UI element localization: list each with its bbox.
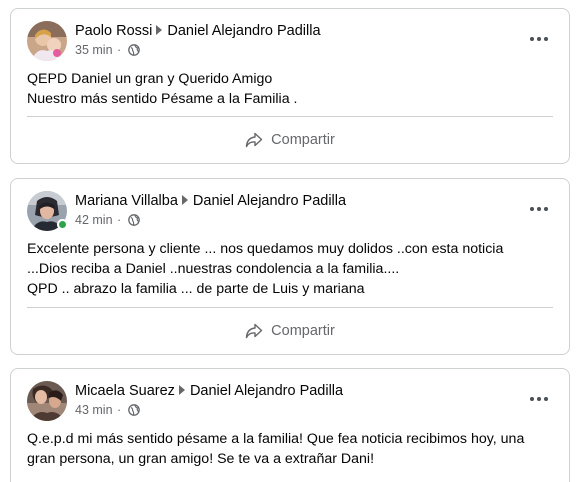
- post-card: Micaela Suarez Daniel Alejandro Padilla 4…: [10, 368, 570, 482]
- separator-dot: ·: [117, 403, 122, 417]
- separator-dot: ·: [117, 43, 122, 57]
- post-text: Excelente persona y cliente ... nos qued…: [11, 239, 569, 299]
- target-name[interactable]: Daniel Alejandro Padilla: [167, 23, 320, 39]
- right-triangle-icon: [178, 385, 185, 395]
- avatar[interactable]: [27, 21, 67, 61]
- post-text-line: QPD .. abrazo la familia ... de parte de…: [27, 281, 365, 297]
- target-name[interactable]: Daniel Alejandro Padilla: [190, 383, 343, 399]
- post-author-line: Mariana Villalba Daniel Alejandro Padilla: [75, 191, 346, 211]
- more-options-icon[interactable]: [525, 29, 553, 49]
- avatar[interactable]: [27, 381, 67, 421]
- post-text-line: Nuestro más sentido Pésame a la Familia …: [27, 91, 298, 107]
- timestamp[interactable]: 35 min: [75, 43, 113, 57]
- post-card: Paolo Rossi Daniel Alejandro Padilla 35 m…: [10, 8, 570, 164]
- post-meta: 35 min ·: [75, 42, 140, 60]
- post-header: Paolo Rossi Daniel Alejandro Padilla 35 m…: [11, 9, 569, 69]
- share-label: Compartir: [271, 132, 335, 148]
- share-label: Compartir: [271, 323, 335, 339]
- post-text-line: QEPD Daniel un gran y Querido Amigo: [27, 71, 273, 87]
- right-triangle-icon: [181, 195, 188, 205]
- post-text-line: gran persona, un gran amigo! Se te va a …: [27, 451, 375, 467]
- post-header: Mariana Villalba Daniel Alejandro Padilla…: [11, 179, 569, 239]
- timestamp[interactable]: 43 min: [75, 403, 113, 417]
- post-meta: 43 min ·: [75, 402, 140, 420]
- post-text-line: Q.e.p.d mi más sentido pésame a la famil…: [27, 431, 525, 447]
- post-text: QEPD Daniel un gran y Querido Amigo Nues…: [11, 69, 569, 109]
- post-author-line: Micaela Suarez Daniel Alejandro Padilla: [75, 381, 343, 401]
- post-header: Micaela Suarez Daniel Alejandro Padilla 4…: [11, 369, 569, 429]
- author-name[interactable]: Mariana Villalba: [75, 193, 178, 209]
- post-text-line: Excelente persona y cliente ... nos qued…: [27, 241, 504, 257]
- separator-dot: ·: [117, 213, 122, 227]
- globe-icon[interactable]: [127, 404, 140, 420]
- globe-icon[interactable]: [127, 214, 140, 230]
- more-options-icon[interactable]: [525, 199, 553, 219]
- post-actions: Compartir: [27, 307, 553, 354]
- feed: Paolo Rossi Daniel Alejandro Padilla 35 m…: [0, 0, 576, 482]
- more-options-icon[interactable]: [525, 389, 553, 409]
- globe-icon[interactable]: [127, 44, 140, 60]
- target-name[interactable]: Daniel Alejandro Padilla: [193, 193, 346, 209]
- post-actions: Compartir: [27, 116, 553, 163]
- online-status-icon: [57, 219, 68, 230]
- right-triangle-icon: [156, 25, 163, 35]
- share-button[interactable]: Compartir: [245, 323, 335, 339]
- share-arrow-icon: [245, 132, 263, 148]
- post-author-line: Paolo Rossi Daniel Alejandro Padilla: [75, 21, 321, 41]
- share-arrow-icon: [245, 323, 263, 339]
- author-name[interactable]: Micaela Suarez: [75, 383, 175, 399]
- post-text: Q.e.p.d mi más sentido pésame a la famil…: [11, 429, 569, 469]
- author-name[interactable]: Paolo Rossi: [75, 23, 152, 39]
- post-card: Mariana Villalba Daniel Alejandro Padilla…: [10, 178, 570, 355]
- post-text-line: ...Dios reciba a Daniel ..nuestras condo…: [27, 261, 400, 277]
- post-meta: 42 min ·: [75, 212, 140, 230]
- share-button[interactable]: Compartir: [245, 132, 335, 148]
- avatar[interactable]: [27, 191, 68, 231]
- timestamp[interactable]: 42 min: [75, 213, 113, 227]
